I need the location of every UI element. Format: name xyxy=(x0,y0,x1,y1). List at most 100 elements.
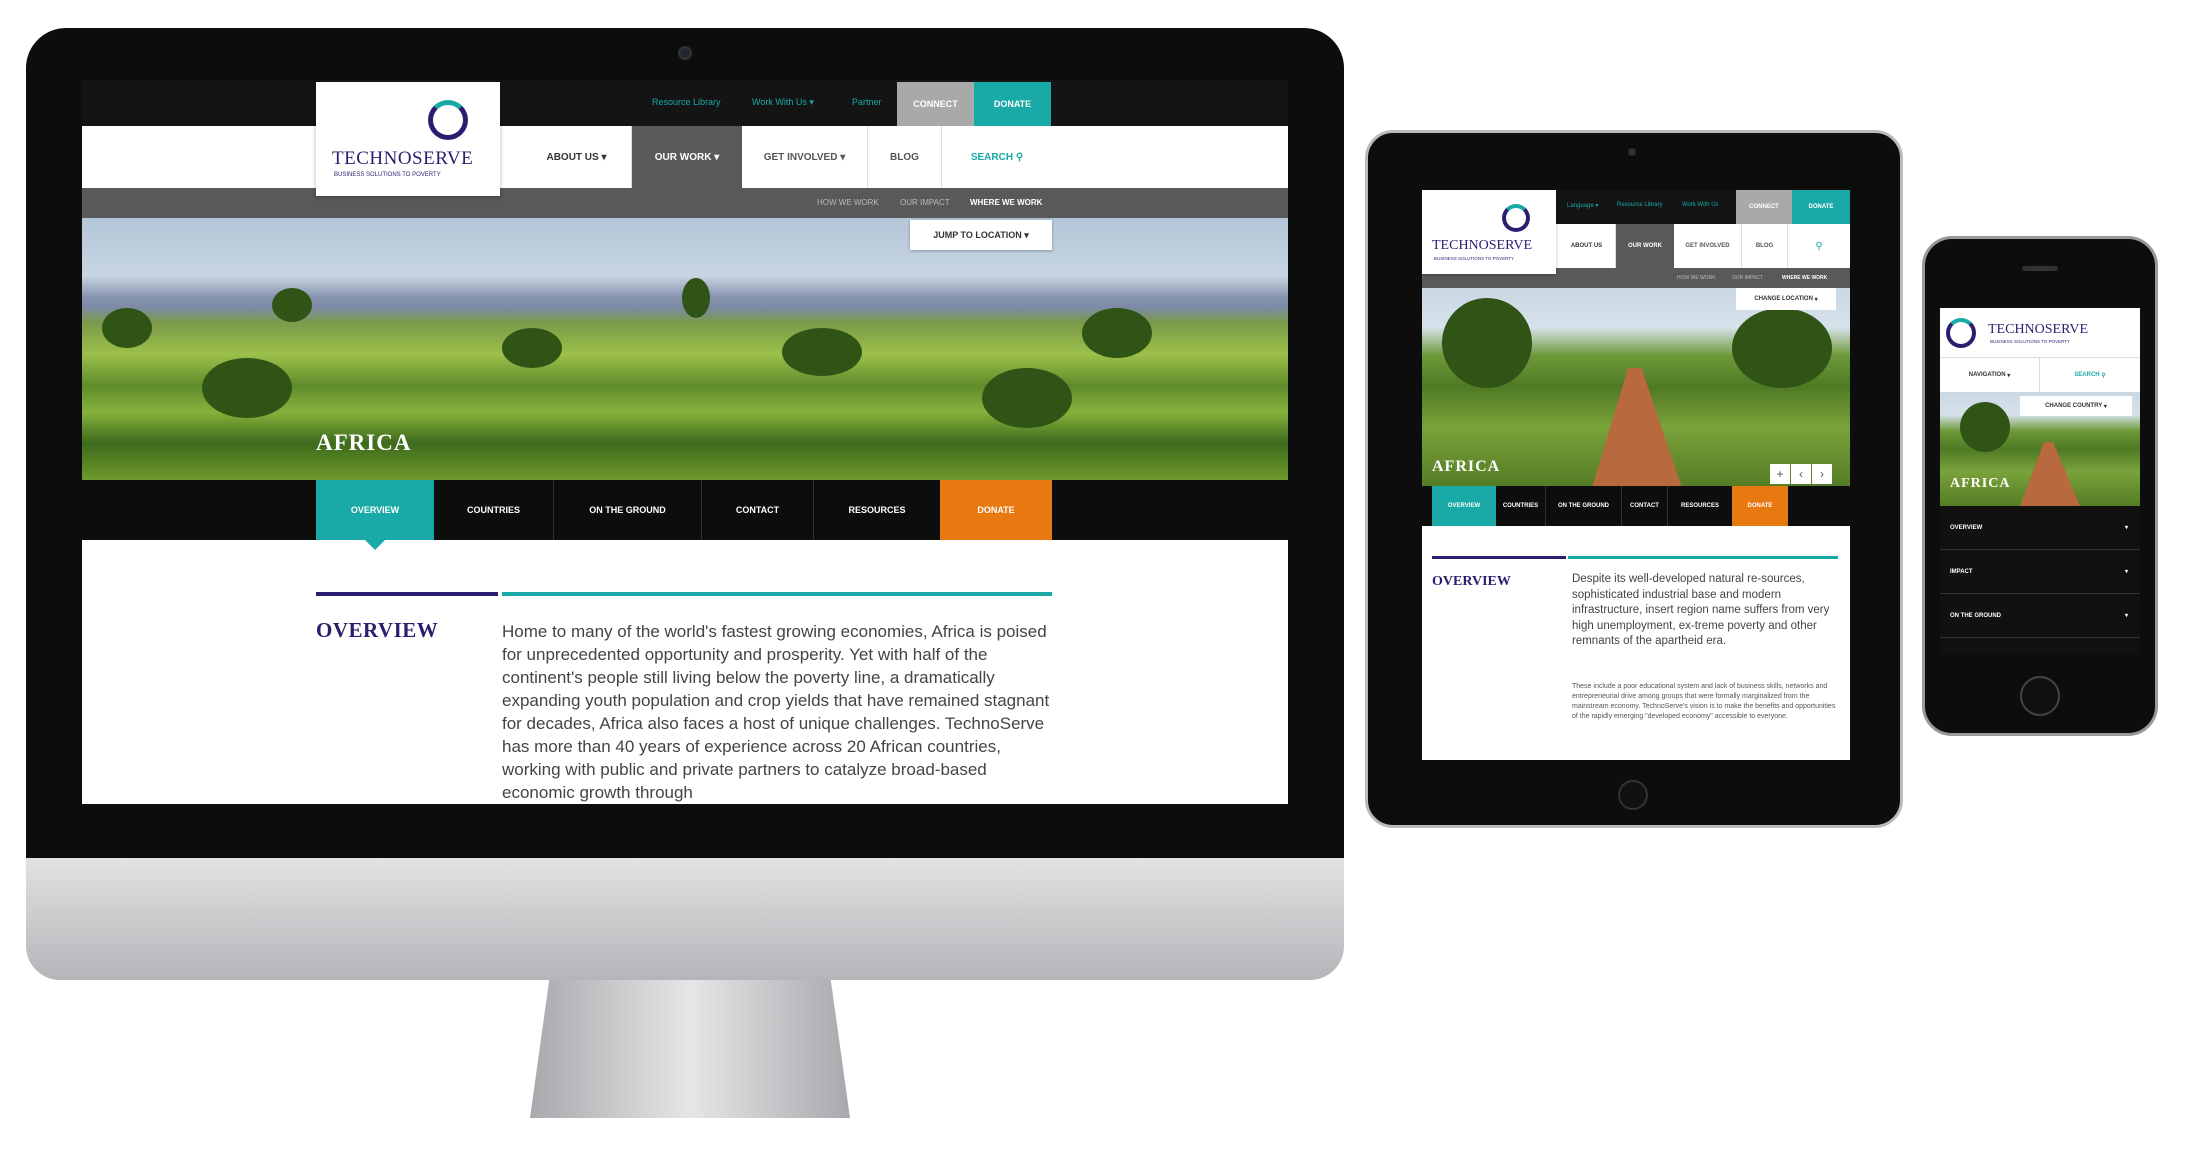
phone-nav-bar: NAVIGATION ▾ SEARCH ⚲ xyxy=(1940,358,2140,392)
logo[interactable]: TECHNOSERVE BUSINESS SOLUTIONS TO POVERT… xyxy=(316,82,500,196)
tablet-utility-resource-library[interactable]: Resource Library xyxy=(1617,202,1663,208)
phone-search-button[interactable]: SEARCH ⚲ xyxy=(2040,358,2140,392)
phone-navigation-button[interactable]: NAVIGATION ▾ xyxy=(1940,358,2040,392)
subnav-where-we-work[interactable]: WHERE WE WORK xyxy=(970,198,1042,207)
main-nav: ABOUT US ▾ OUR WORK ▾ GET INVOLVED ▾ BLO… xyxy=(82,126,1288,188)
chevron-left-icon: ‹ xyxy=(1799,467,1803,481)
phone-logo-name: TECHNOSERVE xyxy=(1988,322,2088,337)
tablet-hero-image: CHANGE LOCATION ▾ AFRICA + ‹ › xyxy=(1422,288,1850,488)
tablet-donate-top-button[interactable]: DONATE xyxy=(1792,190,1850,224)
tablet-heading-rule-teal xyxy=(1568,556,1838,559)
tablet-tab-on-the-ground[interactable]: ON THE GROUND xyxy=(1546,486,1622,526)
tablet-next-button[interactable]: › xyxy=(1812,464,1832,484)
tablet-zoom-button[interactable]: + xyxy=(1770,464,1790,484)
phone-accordion-impact[interactable]: IMPACT ▾ xyxy=(1940,550,2140,594)
tablet-nav-our-work[interactable]: OUR WORK xyxy=(1616,224,1674,268)
nav-about-us[interactable]: ABOUT US ▾ xyxy=(522,126,632,188)
logo-name: TECHNOSERVE xyxy=(332,148,474,169)
tablet-tab-donate[interactable]: DONATE xyxy=(1732,486,1788,526)
logo-icon xyxy=(428,100,468,140)
tablet-lead-text: Despite its well-developed natural re-so… xyxy=(1572,573,1830,647)
tablet-prev-button[interactable]: ‹ xyxy=(1791,464,1811,484)
phone-change-country-dropdown[interactable]: CHANGE COUNTRY ▾ xyxy=(2020,396,2132,416)
chevron-down-icon: ▾ xyxy=(1814,296,1818,303)
subnav-our-impact[interactable]: OUR IMPACT xyxy=(900,198,950,207)
utility-work-with-us[interactable]: Work With Us ▾ xyxy=(752,97,814,108)
subnav-how-we-work[interactable]: HOW WE WORK xyxy=(817,198,879,207)
chevron-down-icon: ▾ xyxy=(2124,613,2128,619)
tablet-heading-rule-navy xyxy=(1432,556,1566,559)
imac-chin xyxy=(26,858,1344,980)
iphone-home-button[interactable] xyxy=(2020,676,2060,716)
nav-search[interactable]: SEARCH ⚲ xyxy=(942,126,1052,188)
plus-icon: + xyxy=(1776,467,1784,481)
tablet-section-heading: OVERVIEW xyxy=(1432,574,1511,589)
hero-image: JUMP TO LOCATION ▾ AFRICA xyxy=(82,218,1288,480)
search-icon: ⚲ xyxy=(1015,151,1024,163)
imac-stand xyxy=(530,980,850,1118)
chevron-right-icon: › xyxy=(1820,467,1824,481)
donate-top-button[interactable]: DONATE xyxy=(974,82,1051,126)
tablet-region-title: AFRICA xyxy=(1432,458,1501,475)
iphone-speaker xyxy=(2022,266,2058,271)
utility-partner[interactable]: Partner xyxy=(852,97,882,107)
nav-our-work[interactable]: OUR WORK ▾ xyxy=(632,126,742,188)
heading-rule-teal xyxy=(502,592,1052,596)
desktop-screen: Resource Library Work With Us ▾ Partner … xyxy=(82,80,1288,804)
tablet-search-button[interactable]: ⚲ xyxy=(1788,224,1850,268)
tab-active-pointer xyxy=(365,540,385,550)
tablet-nav-get-involved[interactable]: GET INVOLVED xyxy=(1674,224,1742,268)
tablet-utility-language[interactable]: Language ▾ xyxy=(1567,202,1598,209)
tablet-connect-button[interactable]: CONNECT xyxy=(1736,190,1792,224)
chevron-down-icon: ▾ xyxy=(2124,525,2128,531)
nav-get-involved[interactable]: GET INVOLVED ▾ xyxy=(742,126,868,188)
tab-contact[interactable]: CONTACT xyxy=(702,480,814,540)
logo-tagline: BUSINESS SOLUTIONS TO POVERTY xyxy=(334,172,441,178)
utility-resource-library[interactable]: Resource Library xyxy=(652,97,721,107)
tablet-nav-about-us[interactable]: ABOUT US xyxy=(1558,224,1616,268)
tablet-logo-name: TECHNOSERVE xyxy=(1432,238,1532,253)
tablet-change-location-dropdown[interactable]: CHANGE LOCATION ▾ xyxy=(1736,288,1836,310)
tablet-subnav-our-impact[interactable]: OUR IMPACT xyxy=(1732,275,1763,281)
heading-rule-navy xyxy=(316,592,498,596)
connect-button[interactable]: CONNECT xyxy=(897,82,974,126)
ipad-home-button[interactable] xyxy=(1618,780,1648,810)
search-icon: ⚲ xyxy=(1815,240,1823,252)
tab-resources[interactable]: RESOURCES xyxy=(814,480,940,540)
overview-text: Home to many of the world's fastest grow… xyxy=(502,622,1050,802)
tab-donate[interactable]: DONATE xyxy=(940,480,1052,540)
tablet-tab-contact[interactable]: CONTACT xyxy=(1622,486,1668,526)
tab-countries[interactable]: COUNTRIES xyxy=(434,480,554,540)
region-title: AFRICA xyxy=(316,430,412,455)
tab-overview[interactable]: OVERVIEW xyxy=(316,480,434,540)
phone-screen: TECHNOSERVE BUSINESS SOLUTIONS TO POVERT… xyxy=(1940,308,2140,654)
tablet-tab-overview[interactable]: OVERVIEW xyxy=(1432,486,1496,526)
tablet-utility-work-with-us[interactable]: Work With Us xyxy=(1682,202,1719,208)
logo-icon xyxy=(1946,318,1976,348)
tablet-subnav-how-we-work[interactable]: HOW WE WORK xyxy=(1677,275,1716,281)
phone-hero-image: CHANGE COUNTRY ▾ AFRICA xyxy=(1940,392,2140,506)
tablet-subnav-where-we-work[interactable]: WHERE WE WORK xyxy=(1782,275,1827,281)
tab-on-the-ground[interactable]: ON THE GROUND xyxy=(554,480,702,540)
tablet-logo[interactable]: TECHNOSERVE BUSINESS SOLUTIONS TO POVERT… xyxy=(1422,190,1556,274)
nav-blog[interactable]: BLOG xyxy=(868,126,942,188)
sub-nav: HOW WE WORK OUR IMPACT WHERE WE WORK xyxy=(82,188,1288,218)
phone-accordion-overview[interactable]: OVERVIEW ▾ xyxy=(1940,506,2140,550)
tablet-small-text: These include a poor educational system … xyxy=(1572,683,1836,720)
chevron-down-icon: ▾ xyxy=(1024,229,1029,240)
chevron-down-icon: ▾ xyxy=(2103,403,2107,410)
phone-logo[interactable]: TECHNOSERVE BUSINESS SOLUTIONS TO POVERT… xyxy=(1940,308,2140,358)
tablet-nav-blog[interactable]: BLOG xyxy=(1742,224,1788,268)
phone-accordion-on-the-ground[interactable]: ON THE GROUND ▾ xyxy=(1940,594,2140,638)
tablet-tab-resources[interactable]: RESOURCES xyxy=(1668,486,1732,526)
tablet-screen: Language ▾ Resource Library Work With Us… xyxy=(1422,190,1850,760)
section-tabs: OVERVIEW COUNTRIES ON THE GROUND CONTACT… xyxy=(82,480,1288,550)
ipad-camera xyxy=(1628,148,1636,156)
phone-logo-tagline: BUSINESS SOLUTIONS TO POVERTY xyxy=(1990,339,2071,344)
tablet-tab-countries[interactable]: COUNTRIES xyxy=(1496,486,1546,526)
utility-bar: Resource Library Work With Us ▾ Partner … xyxy=(82,80,1288,126)
jump-to-location-dropdown[interactable]: JUMP TO LOCATION ▾ xyxy=(910,220,1052,250)
phone-region-title: AFRICA xyxy=(1950,476,2011,491)
logo-icon xyxy=(1502,204,1530,232)
search-icon: ⚲ xyxy=(2101,372,2106,379)
